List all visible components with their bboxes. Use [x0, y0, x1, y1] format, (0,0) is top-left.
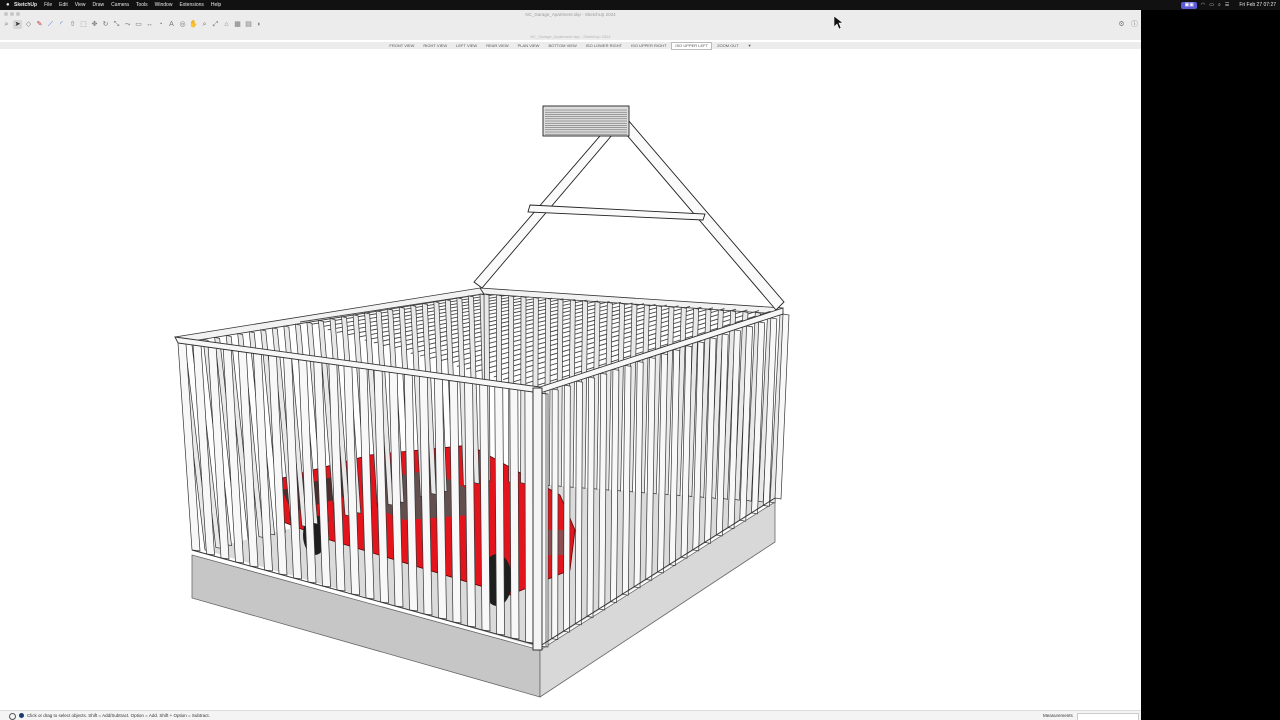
right-wall-stud	[574, 380, 583, 626]
right-wall-stud	[586, 376, 595, 618]
line-tool-icon[interactable]: ⟋	[46, 20, 55, 29]
move-icon[interactable]: ✥	[90, 20, 99, 29]
garage-model	[174, 105, 790, 698]
apple-icon[interactable]: ●	[6, 0, 14, 10]
tab-rear-view[interactable]: REAR VIEW	[482, 42, 512, 50]
entity-info-icon[interactable]: ⓘ	[1130, 20, 1139, 29]
scene-tabs: FRONT VIEW RIGHT VIEW LEFT VIEW REAR VIE…	[0, 41, 1141, 50]
search-icon[interactable]: ⌕	[1218, 0, 1221, 10]
dimension-icon[interactable]: ↔	[145, 20, 154, 29]
status-area: ▣▣ ◠ ▭ ⌕ ☰ Fri Feb 27 07:27	[1181, 0, 1280, 10]
title-bar: NC_Garage_Apartment.skp - SketchUp 2024 …	[0, 10, 1141, 40]
wifi-icon[interactable]: ◠	[1201, 0, 1205, 10]
tab-iso-upper-left[interactable]: ISO UPPER LEFT	[671, 41, 713, 50]
zoom-extents-icon[interactable]: ⤢	[211, 20, 220, 29]
menu-file[interactable]: File	[44, 0, 52, 10]
menu-help[interactable]: Help	[211, 0, 221, 10]
menu-sketchup[interactable]: SketchUp	[14, 0, 37, 10]
front-wall-stud	[494, 386, 505, 636]
orbit-icon[interactable]: ◎	[178, 20, 187, 29]
right-wall-stud	[551, 388, 559, 641]
front-wall-stud	[509, 388, 520, 640]
tab-bottom-view[interactable]: BOTTOM VIEW	[544, 42, 580, 50]
battery-icon[interactable]: ▭	[1209, 0, 1214, 10]
measurements-input[interactable]	[1077, 713, 1139, 720]
model-viewport[interactable]	[0, 50, 1141, 710]
default-tray-icon[interactable]: ⚙	[1117, 20, 1126, 29]
tab-front-view[interactable]: FRONT VIEW	[385, 42, 418, 50]
front-wall-stud	[524, 390, 534, 644]
layout-icon[interactable]: ▤	[244, 20, 253, 29]
sketchup-window: NC_Garage_Apartment.skp - SketchUp 2024 …	[0, 10, 1141, 720]
menu-window[interactable]: Window	[155, 0, 173, 10]
geolocation-icon[interactable]	[19, 713, 24, 718]
right-wall-stud	[563, 384, 571, 633]
front-corner-post	[532, 387, 543, 651]
follow-me-icon[interactable]: ⤳	[123, 20, 132, 29]
eraser-icon[interactable]: ◇	[24, 20, 33, 29]
truss-left-rafter	[473, 121, 619, 289]
offset-icon[interactable]: ⬚	[79, 20, 88, 29]
roof-truss	[473, 105, 785, 311]
tab-right-view[interactable]: RIGHT VIEW	[419, 42, 451, 50]
measurements-label: Measurements	[1043, 713, 1073, 718]
push-pull-icon[interactable]: ⇧	[68, 20, 77, 29]
pan-icon[interactable]: ✋	[189, 20, 198, 29]
menu-view[interactable]: View	[75, 0, 86, 10]
rotate-icon[interactable]: ↻	[101, 20, 110, 29]
zoom-icon[interactable]: ⌕	[200, 20, 209, 29]
status-bar: Click or drag to select objects. Shift =…	[0, 710, 1141, 720]
scale-icon[interactable]: ⤡	[112, 20, 121, 29]
menu-clock[interactable]: Fri Feb 27 07:27	[1239, 0, 1276, 10]
panel-toolbar: ⚙ ⓘ	[1117, 20, 1139, 29]
mouse-cursor-icon	[834, 16, 844, 30]
select-tool-icon[interactable]: ➤	[13, 19, 22, 29]
menu-extensions[interactable]: Extensions	[179, 0, 203, 10]
search-icon[interactable]: ⌕	[2, 20, 11, 29]
truss-collar-tie	[527, 204, 706, 221]
tape-measure-icon[interactable]: ▭	[134, 20, 143, 29]
main-toolbar: ⌕ ➤ ◇ ✎ ⟋ ◜ ⇧ ⬚ ✥ ↻ ⤡ ⤳ ▭ ↔ ◔ A ◎ ✋ ⌕ ⤢ …	[2, 18, 264, 30]
text-tool-icon[interactable]: A	[167, 20, 176, 29]
control-center-icon[interactable]: ☰	[1225, 0, 1229, 10]
tab-left-view[interactable]: LEFT VIEW	[452, 42, 481, 50]
info-icon[interactable]	[9, 713, 16, 720]
pencil-icon[interactable]: ✎	[35, 20, 44, 29]
status-hint: Click or drag to select objects. Shift =…	[27, 713, 210, 718]
menu-tools[interactable]: Tools	[136, 0, 148, 10]
tab-iso-upper-right[interactable]: ISO UPPER RIGHT	[627, 42, 670, 50]
menu-draw[interactable]: Draw	[93, 0, 105, 10]
tab-zoom-out[interactable]: ZOOM OUT	[713, 42, 743, 50]
styles-icon[interactable]: ◐	[255, 20, 264, 29]
menu-camera[interactable]: Camera	[111, 0, 129, 10]
tab-iso-lower-right[interactable]: ISO LOWER RIGHT	[582, 42, 626, 50]
tab-plan-view[interactable]: PLAN VIEW	[514, 42, 544, 50]
scene-tabs-more-icon[interactable]: ▼	[744, 42, 756, 50]
arc-tool-icon[interactable]: ◜	[57, 20, 66, 29]
screen-record-icon[interactable]: ▣▣	[1181, 1, 1197, 9]
menu-edit[interactable]: Edit	[59, 0, 68, 10]
window-title: NC_Garage_Apartment.skp - SketchUp 2024	[525, 12, 616, 17]
extension-warehouse-icon[interactable]: ▦	[233, 20, 242, 29]
warehouse-icon[interactable]: ⌂	[222, 20, 231, 29]
menu-bar: ● SketchUp File Edit View Draw Camera To…	[0, 0, 1280, 10]
protractor-icon[interactable]: ◔	[156, 20, 165, 29]
document-title: NC_Garage_Apartment.skp - SketchUp 2024	[530, 34, 611, 39]
